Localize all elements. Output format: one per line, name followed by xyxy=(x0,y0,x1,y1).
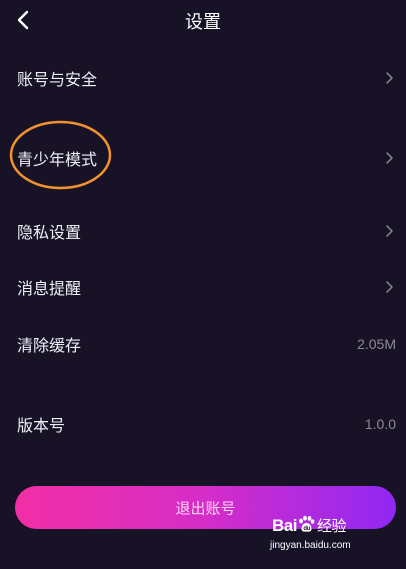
page-title: 设置 xyxy=(185,12,221,33)
version-value: 1.0.0 xyxy=(364,416,396,432)
menu-item-notifications[interactable]: 消息提醒 xyxy=(0,267,406,307)
menu-item-account-security[interactable]: 账号与安全 xyxy=(0,58,406,98)
menu-item-label: 版本号 xyxy=(17,416,66,435)
logout-button-label: 退出账号 xyxy=(175,499,236,517)
header-bar: 设置 xyxy=(0,0,406,40)
menu-item-label: 清除缓存 xyxy=(17,336,82,355)
cache-size-value: 2.05M xyxy=(357,336,396,352)
menu-item-privacy-settings[interactable]: 隐私设置 xyxy=(0,211,406,251)
menu-item-teen-mode[interactable]: 青少年模式 xyxy=(0,138,406,178)
menu-item-label: 隐私设置 xyxy=(17,223,82,242)
menu-item-label: 账号与安全 xyxy=(17,70,98,89)
watermark-url: jingyan.baidu.com xyxy=(270,540,351,551)
chevron-right-icon xyxy=(386,281,393,293)
chevron-right-icon xyxy=(386,72,393,84)
menu-item-clear-cache[interactable]: 清除缓存 2.05M xyxy=(0,324,406,364)
chevron-right-icon xyxy=(386,225,393,237)
menu-item-label: 消息提醒 xyxy=(17,279,82,298)
menu-item-version: 版本号 1.0.0 xyxy=(0,404,406,444)
chevron-right-icon xyxy=(386,152,393,164)
logout-button[interactable]: 退出账号 xyxy=(15,486,396,529)
menu-item-label: 青少年模式 xyxy=(17,150,98,169)
